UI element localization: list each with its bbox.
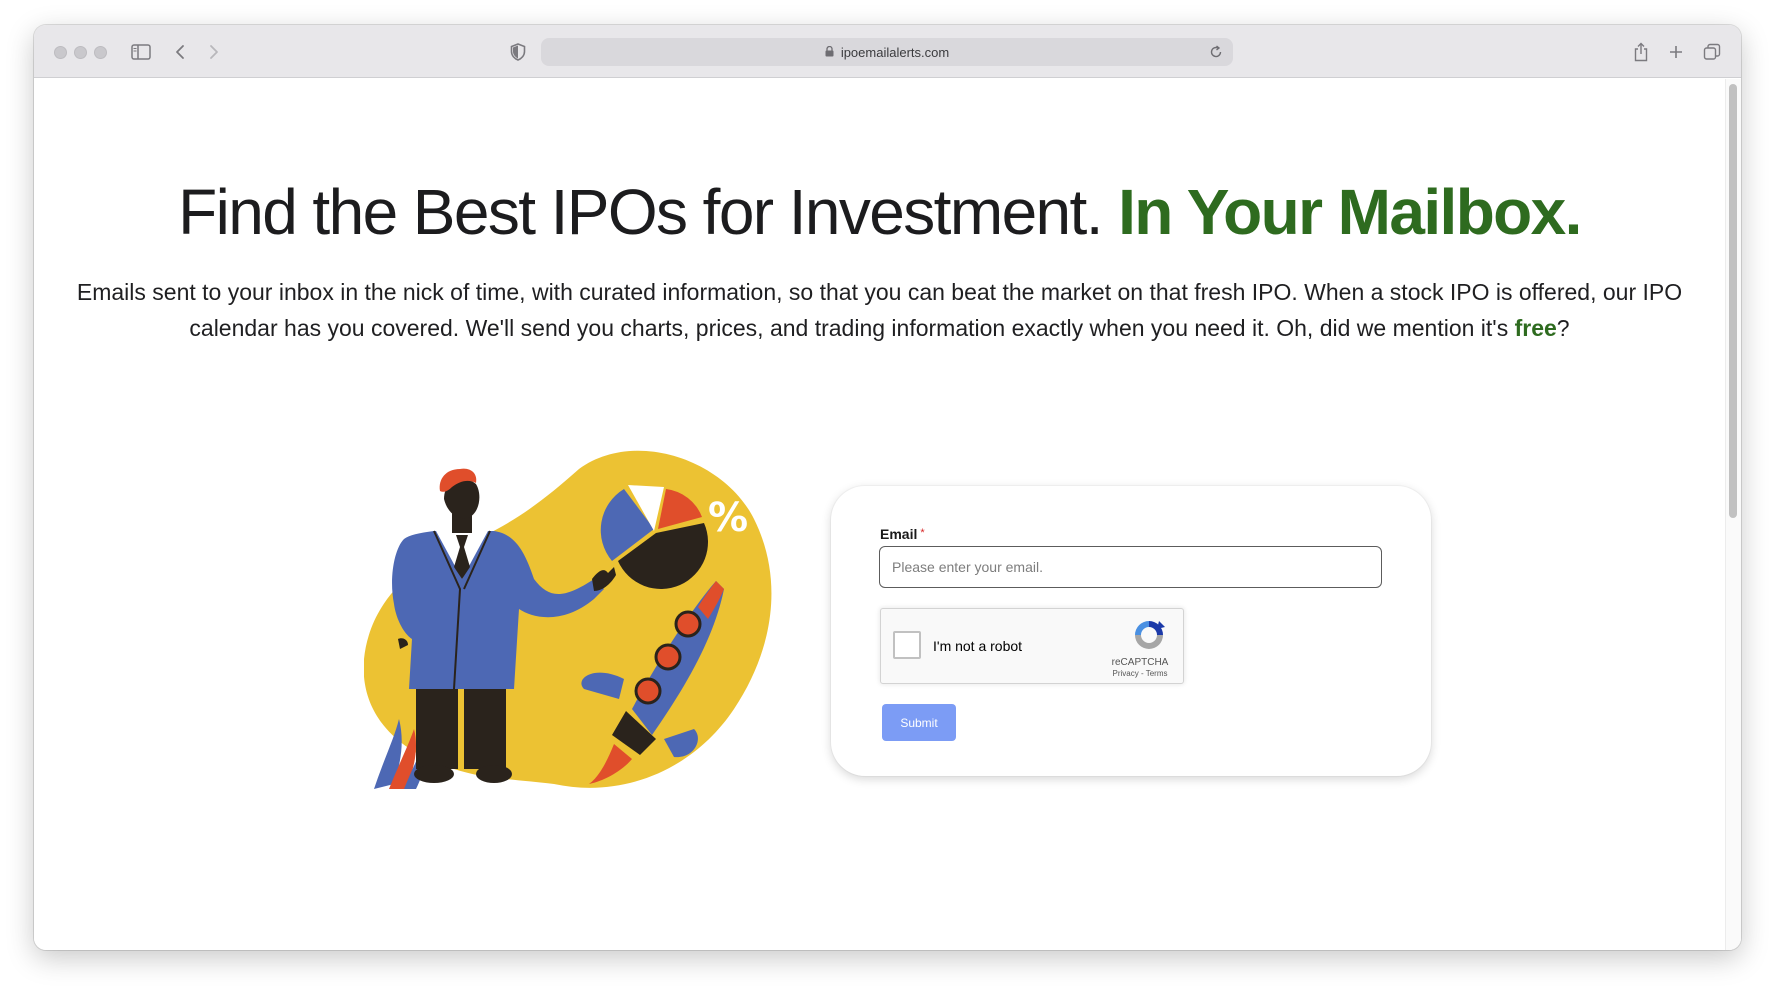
browser-window: ipoemailalerts.com Find the Best IPOs fo… — [34, 25, 1741, 950]
email-label: Email * — [880, 526, 925, 542]
recaptcha-privacy-terms-link[interactable]: Privacy - Terms — [1109, 669, 1171, 678]
hero-title-main: Find the Best IPOs for Investment. — [178, 176, 1103, 248]
recaptcha-widget: I'm not a robot reCAPTCHA Privacy - Term… — [880, 608, 1184, 684]
minimize-window-button[interactable] — [74, 46, 87, 59]
submit-button[interactable]: Submit — [882, 704, 956, 741]
lock-icon — [825, 45, 834, 60]
forward-arrow-icon[interactable] — [203, 41, 225, 63]
signup-form-card: Email* I'm not a robot reCAPTCHA Privacy… — [831, 486, 1431, 776]
maximize-window-button[interactable] — [94, 46, 107, 59]
hero-title: Find the Best IPOs for Investment. In Yo… — [34, 175, 1725, 249]
hero-title-accent: In Your Mailbox. — [1118, 176, 1582, 248]
reload-icon[interactable] — [1209, 43, 1225, 61]
hero-description: Emails sent to your inbox in the nick of… — [74, 274, 1685, 346]
email-label-text: Email — [880, 526, 918, 542]
sidebar-toggle-icon[interactable] — [130, 41, 152, 63]
hero-description-main: Emails sent to your inbox in the nick of… — [76, 279, 1683, 341]
privacy-shield-icon[interactable] — [507, 41, 529, 63]
share-icon[interactable] — [1630, 41, 1652, 63]
businessman-rocket-illustration: % — [364, 450, 772, 789]
address-bar[interactable]: ipoemailalerts.com — [541, 38, 1233, 66]
page-viewport: Find the Best IPOs for Investment. In Yo… — [34, 79, 1741, 950]
recaptcha-brand: reCAPTCHA — [1111, 657, 1169, 668]
hero-description-free: free — [1514, 315, 1557, 341]
url-text: ipoemailalerts.com — [840, 44, 950, 60]
percent-symbol: % — [708, 495, 748, 541]
recaptcha-logo-icon — [1135, 621, 1165, 649]
new-tab-plus-icon[interactable] — [1665, 41, 1687, 63]
recaptcha-checkbox[interactable] — [893, 631, 921, 659]
scrollbar[interactable] — [1725, 79, 1741, 950]
back-arrow-icon[interactable] — [169, 41, 191, 63]
scrollbar-thumb[interactable] — [1729, 84, 1737, 518]
close-window-button[interactable] — [54, 46, 67, 59]
email-input[interactable] — [879, 546, 1382, 588]
hero-description-end: ? — [1556, 315, 1570, 341]
browser-toolbar: ipoemailalerts.com — [34, 25, 1741, 78]
required-asterisk: * — [920, 527, 925, 539]
recaptcha-label: I'm not a robot — [933, 638, 1023, 654]
tab-overview-icon[interactable] — [1701, 41, 1723, 63]
